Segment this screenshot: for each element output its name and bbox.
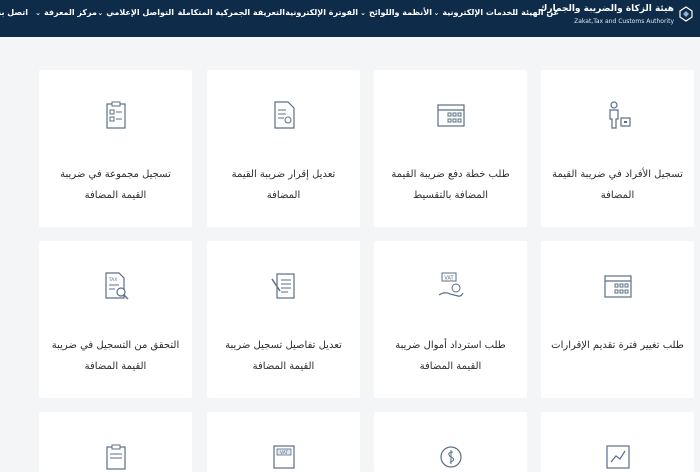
service-card-row3[interactable] (39, 412, 192, 472)
nav-media-label: التواصل الإعلامي (106, 8, 174, 17)
chevron-down-icon: ⌄ (433, 9, 440, 17)
nav-regulations-label: الأنظمة واللوائح (368, 8, 432, 17)
nav-knowledge-center[interactable]: مركز المعرفة⌄ (35, 8, 97, 17)
brand-logo-area[interactable]: هيئة الزكاة والضريبة والجمارك Zakat,Tax … (539, 3, 694, 33)
nav-e-invoicing[interactable]: الفوترة الإلكترونية (285, 8, 358, 17)
calendar-icon (603, 275, 632, 298)
nav-regulations[interactable]: الأنظمة واللوائح⌄ (360, 8, 432, 17)
nav-e-services-label: الخدمات الإلكترونية (442, 8, 518, 17)
document-edit-icon (273, 101, 295, 129)
nav-e-invoicing-label: الفوترة الإلكترونية (285, 8, 358, 17)
person-register-icon (608, 101, 631, 129)
service-title: طلب خطة دفع ضريبة القيمة المضافة بالتقسي… (391, 169, 510, 201)
clipboard-icon (105, 444, 126, 470)
service-card-registration-details-amendment[interactable]: تعديل تفاصيل تسجيل ضريبة القيمة المضافة (207, 241, 360, 398)
nav-knowledge-center-label: مركز المعرفة (43, 8, 97, 17)
document-pen-icon (270, 273, 295, 299)
nav-customs-tariff-label: التعريفة الجمركية المتكاملة (177, 8, 285, 17)
chevron-down-icon: ⌄ (35, 9, 41, 17)
chevron-down-icon: ⌄ (360, 9, 366, 17)
nav-e-services[interactable]: الخدمات الإلكترونية⌄ (434, 8, 518, 17)
coin-icon (439, 446, 462, 468)
zatca-logo-icon (679, 6, 693, 22)
org-name-arabic: هيئة الزكاة والضريبة والجمارك (539, 4, 674, 14)
vat-document-icon: VAT (272, 445, 295, 469)
service-card-group-registration[interactable]: تسجيل مجموعة في ضريبة القيمة المضافة (39, 70, 192, 227)
service-card-row3[interactable] (541, 412, 694, 472)
nav-about-label: عن الهيئة (521, 8, 559, 17)
chevron-down-icon: ⌄ (97, 9, 104, 17)
vat-refund-hand-icon: VAT (438, 272, 464, 297)
svg-text:VAT: VAT (444, 276, 454, 282)
service-title: تعديل إقرار ضريبة القيمة المضافة (231, 169, 336, 201)
nav-customs-tariff[interactable]: التعريفة الجمركية المتكاملة (178, 8, 285, 17)
service-title: تسجيل الأفراد في ضريبة القيمة المضافة (552, 169, 683, 201)
service-title: تسجيل مجموعة في ضريبة القيمة المضافة (60, 169, 171, 201)
svg-text:TAX: TAX (107, 277, 117, 283)
service-card-row3[interactable]: VAT (207, 412, 360, 472)
service-card-filing-period-change[interactable]: طلب تغيير فترة تقديم الإقرارات (541, 241, 694, 398)
svg-text:VAT: VAT (279, 450, 288, 456)
calendar-icon (436, 104, 465, 127)
service-title: طلب استرداد أموال ضريبة القيمة المضافة (395, 340, 506, 372)
nav-media[interactable]: التواصل الإعلامي⌄ (97, 8, 174, 17)
service-card-return-amendment[interactable]: تعديل إقرار ضريبة القيمة المضافة (207, 70, 360, 227)
service-card-registration-verification[interactable]: TAX التحقق من التسجيل في ضريبة القيمة ال… (39, 241, 192, 398)
clipboard-checklist-icon (105, 101, 126, 129)
service-title: تعديل تفاصيل تسجيل ضريبة القيمة المضافة (225, 340, 342, 372)
nav-contact-us[interactable]: اتصل بنا (0, 8, 28, 17)
service-title: طلب تغيير فترة تقديم الإقرارات (551, 340, 684, 351)
service-card-installment-plan[interactable]: طلب خطة دفع ضريبة القيمة المضافة بالتقسي… (374, 70, 527, 227)
top-navigation-bar: هيئة الزكاة والضريبة والجمارك Zakat,Tax … (0, 0, 700, 37)
service-card-individual-registration[interactable]: تسجيل الأفراد في ضريبة القيمة المضافة (541, 70, 694, 227)
nav-about[interactable]: عن الهيئة⌄ (512, 8, 559, 17)
service-card-row3[interactable] (374, 412, 527, 472)
service-title: التحقق من التسجيل في ضريبة القيمة المضاف… (51, 340, 180, 372)
tax-document-search-icon: TAX (104, 272, 129, 300)
chart-document-icon (605, 445, 630, 469)
nav-contact-us-label: اتصل بنا (0, 8, 28, 17)
org-name-english: Zakat,Tax and Customs Authority (574, 18, 674, 25)
service-card-vat-refund[interactable]: VAT طلب استرداد أموال ضريبة القيمة المضا… (374, 241, 527, 398)
